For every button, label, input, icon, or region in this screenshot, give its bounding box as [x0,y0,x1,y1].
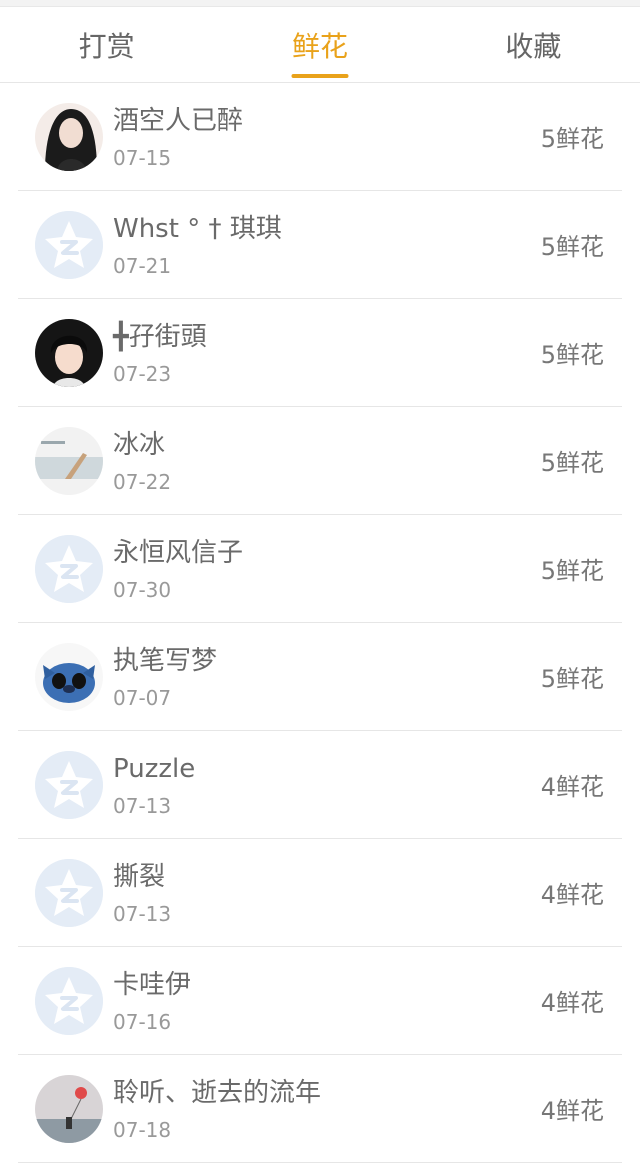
avatar[interactable] [35,426,103,495]
date: 07-07 [113,685,172,710]
tab-label: 鲜花 [291,29,348,63]
tab-favorites[interactable]: 收藏 [427,7,640,82]
list-item[interactable]: 聆听、逝去的流年 07-18 4鲜花 [18,1055,622,1163]
flower-count: 5鲜花 [540,125,604,153]
list-item[interactable]: 永恒风信子 07-30 5鲜花 [18,515,622,623]
user-name: Puzzle [113,753,196,784]
user-name: ╋孖街頭 [113,321,207,352]
list-item[interactable]: 冰冰 07-22 5鲜花 [18,407,622,515]
date: 07-21 [113,253,172,278]
flower-count: 5鲜花 [540,233,604,261]
tab-flowers[interactable]: 鲜花 [213,7,426,82]
user-name: 冰冰 [113,429,166,460]
date: 07-13 [113,901,172,926]
date: 07-15 [113,145,172,170]
user-name: 执笔写梦 [113,645,218,676]
avatar[interactable] [35,1074,103,1143]
list-item[interactable]: 酒空人已醉 07-15 5鲜花 [18,83,622,191]
default-star-icon[interactable] [35,210,103,279]
avatar[interactable] [35,102,103,171]
avatar[interactable] [35,318,103,387]
active-tab-indicator [291,74,349,78]
flower-count: 5鲜花 [540,557,604,585]
tab-label: 打赏 [78,29,135,63]
flower-list: 酒空人已醉 07-15 5鲜花 Whst ° † 琪琪 07-21 5鲜花 ╋孖… [18,83,622,1163]
date: 07-22 [113,469,172,494]
date: 07-30 [113,577,172,602]
date: 07-13 [113,793,172,818]
list-item[interactable]: 卡哇伊 07-16 4鲜花 [18,947,622,1055]
list-item[interactable]: 执笔写梦 07-07 5鲜花 [18,623,622,731]
flower-count: 4鲜花 [540,881,604,909]
list-item[interactable]: Whst ° † 琪琪 07-21 5鲜花 [18,191,622,299]
top-divider [0,0,640,7]
list-item[interactable]: Puzzle 07-13 4鲜花 [18,731,622,839]
user-name: 撕裂 [113,861,166,892]
date: 07-23 [113,361,172,386]
user-name: 永恒风信子 [113,537,244,568]
date: 07-16 [113,1009,172,1034]
flower-count: 4鲜花 [540,1097,604,1125]
flower-count: 4鲜花 [540,989,604,1017]
date: 07-18 [113,1117,172,1142]
user-name: 卡哇伊 [113,969,192,1000]
tab-bar: 打赏 鲜花 收藏 [0,7,640,83]
default-star-icon[interactable] [35,858,103,927]
list-item[interactable]: 撕裂 07-13 4鲜花 [18,839,622,947]
user-name: Whst ° † 琪琪 [113,213,282,244]
flower-count: 5鲜花 [540,449,604,477]
user-name: 酒空人已醉 [113,105,244,136]
default-star-icon[interactable] [35,534,103,603]
tab-reward[interactable]: 打赏 [0,7,213,82]
user-name: 聆听、逝去的流年 [113,1077,322,1108]
flower-count: 5鲜花 [540,341,604,369]
default-star-icon[interactable] [35,966,103,1035]
flower-count: 5鲜花 [540,665,604,693]
avatar[interactable] [35,642,103,711]
list-item[interactable]: ╋孖街頭 07-23 5鲜花 [18,299,622,407]
default-star-icon[interactable] [35,750,103,819]
tab-label: 收藏 [505,29,562,63]
flower-count: 4鲜花 [540,773,604,801]
